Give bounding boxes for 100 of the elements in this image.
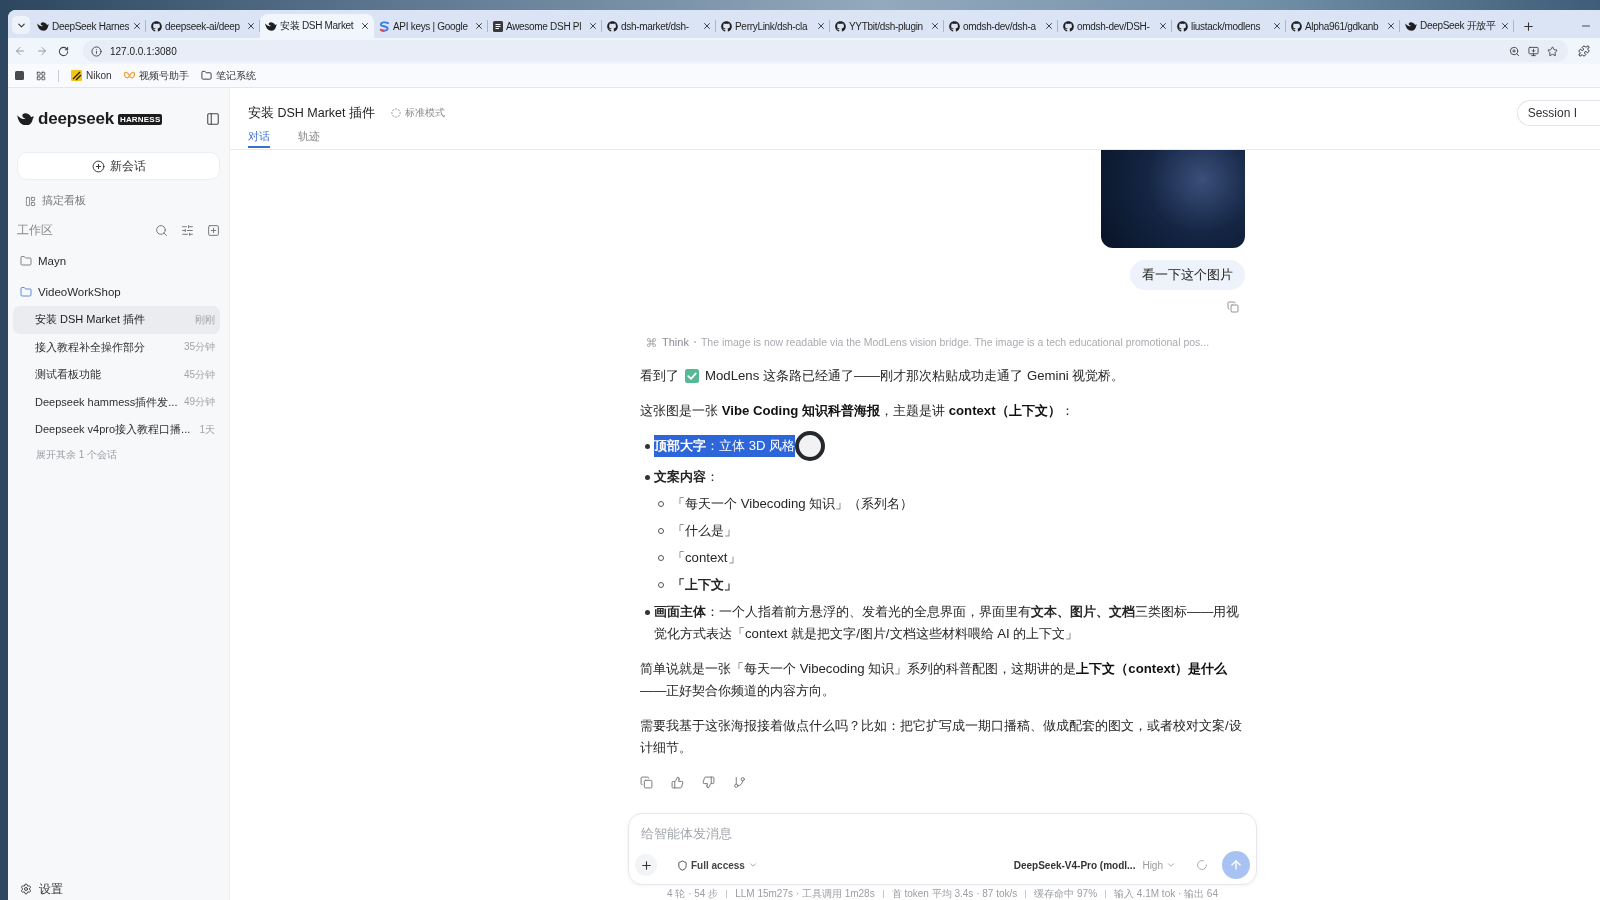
status-text: LLM 15m27s · 工具调用 1m28s: [735, 887, 875, 900]
cat-logo-icon: [949, 20, 960, 32]
cursor-ring-icon: [795, 431, 826, 461]
message-input[interactable]: 给智能体发消息: [635, 822, 1250, 846]
close-icon[interactable]: [1500, 21, 1510, 31]
copy-icon[interactable]: [640, 775, 653, 789]
branch-icon[interactable]: [733, 775, 746, 789]
session-time: 49分钟: [183, 395, 215, 410]
close-icon[interactable]: [360, 21, 370, 31]
sidebar-toggle-icon[interactable]: [206, 112, 220, 126]
puzzle-icon[interactable]: [1578, 45, 1590, 57]
arrow-up-icon: [1229, 858, 1243, 872]
browser-tab[interactable]: Alpha961/gdkanb: [1286, 14, 1400, 38]
browser-tab[interactable]: deepseek-ai/deep: [146, 14, 260, 38]
circle-plus-icon: [91, 159, 105, 173]
square-plus-icon[interactable]: [207, 223, 220, 237]
command-icon: [646, 336, 657, 348]
session-time: 1天: [199, 422, 215, 437]
close-icon[interactable]: [930, 21, 940, 31]
browser-tab[interactable]: DeepSeek Harnes: [32, 14, 146, 38]
bullet-icon: [644, 474, 650, 480]
checkmark-icon: [685, 369, 699, 383]
bookmark-item[interactable]: 视频号助手: [123, 68, 189, 83]
square-icon[interactable]: [15, 71, 24, 80]
cat-logo-icon: [151, 20, 162, 32]
browser-tab[interactable]: API keys | Google: [374, 14, 488, 38]
close-icon[interactable]: [588, 21, 598, 31]
browser-tab[interactable]: PerryLink/dsh-cla: [716, 14, 830, 38]
board-link[interactable]: 搞定看板: [17, 191, 86, 211]
session-time: 45分钟: [183, 367, 215, 382]
list-item-text: 画面主体：一个人指着前方悬浮的、发着光的全息界面，界面里有文本、图片、文档三类图标——用视觉化方式表达「context 就是把文字/图片/文档这些材料喂给 AI 的上下文」: [654, 603, 1241, 643]
close-icon[interactable]: [132, 21, 142, 31]
status-text: 4 轮 · 54 步: [667, 887, 719, 900]
info-icon[interactable]: [91, 45, 102, 57]
browser-tab[interactable]: 安装 DSH Market: [260, 14, 374, 38]
filter-icon[interactable]: [181, 223, 194, 237]
view-tab[interactable]: 对话: [248, 130, 270, 148]
section-label: 工作区: [17, 222, 54, 238]
add-button[interactable]: [635, 854, 657, 876]
star-icon[interactable]: [1547, 45, 1558, 57]
view-tab[interactable]: 轨迹: [298, 130, 320, 148]
url-text: 127.0.0.1:3080: [110, 45, 178, 57]
browser-tab[interactable]: liustack/modlens: [1172, 14, 1286, 38]
tab-list-button[interactable]: [12, 16, 30, 34]
butterfly-icon: [123, 70, 135, 81]
folder-item[interactable]: VideoWorkShop: [17, 278, 121, 306]
browser-tab[interactable]: omdsh-dev/dsh-a: [944, 14, 1058, 38]
settings-button[interactable]: 设置: [17, 880, 63, 898]
browser-tab[interactable]: DeepSeek 开放平: [1400, 14, 1514, 38]
message-text: ModLens 这条路已经通了——刚才那次粘贴成功走通了 Gemini 视觉桥。: [705, 367, 1125, 385]
chevron-down-icon: [1166, 860, 1176, 870]
bookmark-item[interactable]: Nikon: [71, 70, 112, 81]
brand-name: deepseek: [38, 109, 114, 129]
whale-logo-icon: [17, 112, 34, 126]
bookmark-item[interactable]: 笔记系统: [200, 68, 256, 83]
session-item[interactable]: Deepseek v4pro接入教程口播... 1天: [13, 416, 220, 444]
document-icon: [493, 20, 503, 32]
composer-panel[interactable]: 给智能体发消息 Full access DeepSeek-V4-Pro (modl... High: [628, 813, 1257, 885]
monitor-download-icon[interactable]: [1528, 45, 1539, 57]
browser-tab[interactable]: Awesome DSH Pl: [488, 14, 602, 38]
session-item[interactable]: 安装 DSH Market 插件 刚刚: [13, 306, 220, 334]
close-icon[interactable]: [702, 21, 712, 31]
new-tab-icon[interactable]: [1522, 19, 1535, 33]
thumbs-down-icon[interactable]: [702, 775, 715, 789]
close-icon[interactable]: [1272, 21, 1282, 31]
folder-item[interactable]: Mayn: [17, 247, 67, 275]
browser-tab[interactable]: omdsh-dev/DSH-: [1058, 14, 1172, 38]
conversation-title: 安装 DSH Market 插件: [248, 104, 375, 122]
user-message: 看一下这个图片: [1130, 260, 1245, 290]
reload-icon[interactable]: [58, 45, 69, 57]
bullet-icon: [644, 443, 650, 449]
close-icon[interactable]: [816, 21, 826, 31]
close-icon[interactable]: [246, 21, 256, 31]
new-chat-button[interactable]: 新会话: [17, 152, 220, 180]
cat-logo-icon: [1063, 20, 1074, 32]
session-item[interactable]: 接入教程补全操作部分 35分钟: [13, 333, 220, 361]
thumbs-up-icon[interactable]: [671, 775, 684, 789]
close-icon[interactable]: [474, 21, 484, 31]
list-item-text: 文案内容：: [654, 468, 720, 486]
message-paragraph: 简单说就是一张「每天一个 Vibecoding 知识」系列的科普配图，这期讲的是上下文（context）是什么——正好契合你频道的内容方向。: [640, 660, 1229, 700]
cat-logo-icon: [721, 20, 732, 32]
zoom-icon[interactable]: [1509, 45, 1520, 57]
cat-logo-icon: [835, 20, 846, 32]
search-icon[interactable]: [155, 223, 168, 237]
folder-icon: [200, 70, 212, 81]
model-dropdown[interactable]: DeepSeek-V4-Pro (modl...: [1013, 859, 1136, 871]
message-paragraph: 需要我基于这张海报接着做点什么吗？比如：把它扩写成一期口播稿、做成配套的图文，或者校对文案/设计细节。: [640, 717, 1243, 757]
access-dropdown[interactable]: Full access: [677, 859, 758, 871]
bullet-icon: [644, 609, 650, 615]
browser-tab[interactable]: dsh-market/dsh-: [602, 14, 716, 38]
session-item[interactable]: 测试看板功能 45分钟: [13, 361, 220, 389]
session-item[interactable]: Deepseek hammess插件发... 49分钟: [13, 388, 220, 416]
close-icon[interactable]: [1158, 21, 1168, 31]
browser-tab[interactable]: YYTbit/dsh-plugin: [830, 14, 944, 38]
address-bar[interactable]: 127.0.0.1:3080: [83, 40, 1568, 62]
session-button[interactable]: Session I: [1516, 100, 1600, 126]
close-icon[interactable]: [1044, 21, 1054, 31]
apps-grid-icon[interactable]: [36, 70, 46, 81]
close-icon[interactable]: [1386, 21, 1396, 31]
list-item-text: 「上下文」: [672, 576, 738, 594]
